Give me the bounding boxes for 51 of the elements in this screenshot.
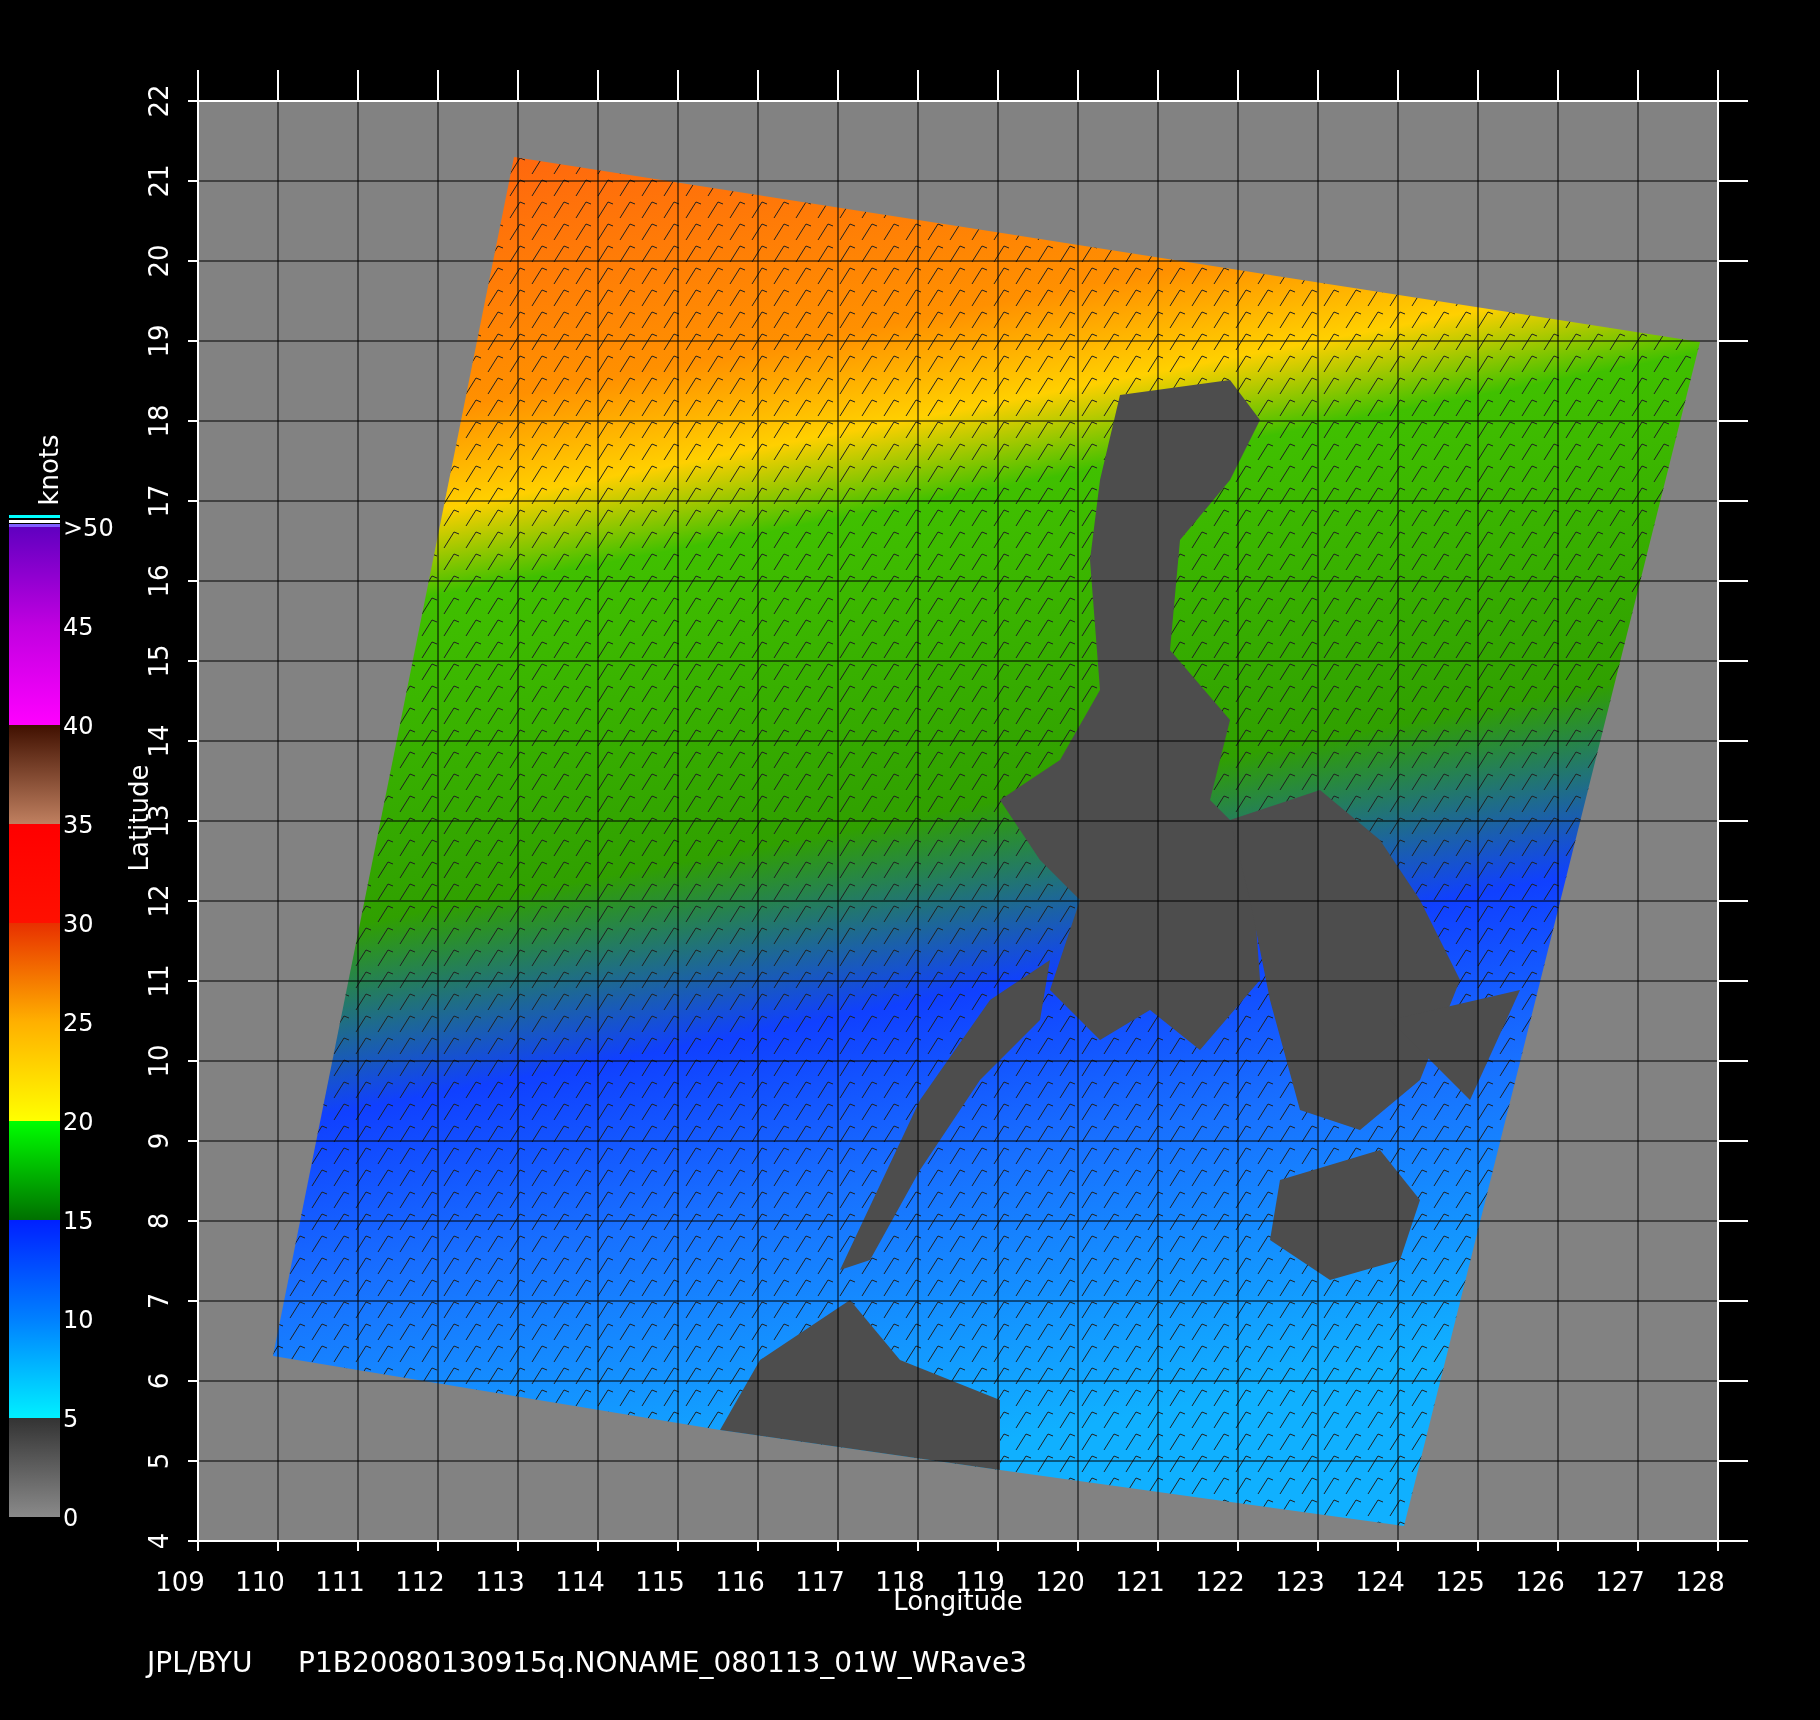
y-tick-label: 7 [144, 1292, 174, 1310]
y-tick-label: 10 [144, 1044, 174, 1078]
colorbar-label: 15 [63, 1207, 94, 1235]
colorbar-label: 45 [63, 613, 94, 641]
x-tick-label: 126 [1515, 1567, 1565, 1597]
x-tick-label: 121 [1115, 1567, 1165, 1597]
footer-source: JPL/BYU [147, 1646, 253, 1679]
x-tick-label: 125 [1435, 1567, 1485, 1597]
x-tick-label: 116 [715, 1567, 765, 1597]
x-tick-label: 115 [635, 1567, 685, 1597]
x-tick-label: 113 [475, 1567, 525, 1597]
y-tick-label: 22 [144, 84, 174, 118]
colorbar-stripes-icon [9, 515, 60, 527]
y-tick-label: 18 [144, 404, 174, 438]
y-tick-label: 8 [144, 1212, 174, 1230]
x-tick-label: 112 [395, 1567, 445, 1597]
y-tick-label: 16 [144, 564, 174, 598]
x-tick-label: 124 [1355, 1567, 1405, 1597]
y-tick-label: 9 [144, 1132, 174, 1150]
y-tick-label: 12 [144, 884, 174, 918]
y-tick-label: 19 [144, 324, 174, 358]
x-tick-label: 114 [555, 1567, 605, 1597]
x-tick-label: 123 [1275, 1567, 1325, 1597]
colorbar-label: 0 [63, 1504, 79, 1532]
footer-filename: P1B20080130915q.NONAME_080113_01W_WRave3 [298, 1646, 1027, 1679]
y-tick-label: 11 [144, 964, 174, 998]
colorbar-label: 5 [63, 1405, 79, 1433]
x-tick-label: 128 [1675, 1567, 1725, 1597]
y-tick-label: 15 [144, 644, 174, 678]
colorbar-label: 10 [63, 1306, 94, 1334]
colorbar-label: 25 [63, 1009, 94, 1037]
y-tick-label: 5 [144, 1452, 174, 1470]
y-tick-label: 14 [144, 724, 174, 758]
colorbar-label: 30 [63, 910, 94, 938]
colorbar-label: 20 [63, 1108, 94, 1136]
x-tick-label: 122 [1195, 1567, 1245, 1597]
y-tick-label: 6 [144, 1372, 174, 1390]
x-tick-label: 109 [155, 1567, 205, 1597]
y-tick-label: 4 [144, 1532, 174, 1550]
x-tick-label: 127 [1595, 1567, 1645, 1597]
y-tick-label: 17 [144, 484, 174, 518]
x-tick-label: 110 [235, 1567, 285, 1597]
x-tick-label: 120 [1035, 1567, 1085, 1597]
colorbar-title: knots [34, 434, 64, 506]
x-tick-label: 111 [315, 1567, 365, 1597]
colorbar-label: 35 [63, 811, 94, 839]
x-tick-label: 117 [795, 1567, 845, 1597]
colorbar-label: >50 [63, 514, 114, 542]
y-tick-label: 20 [144, 244, 174, 278]
colorbar-label: 40 [63, 712, 94, 740]
y-tick-label: 21 [144, 164, 174, 198]
